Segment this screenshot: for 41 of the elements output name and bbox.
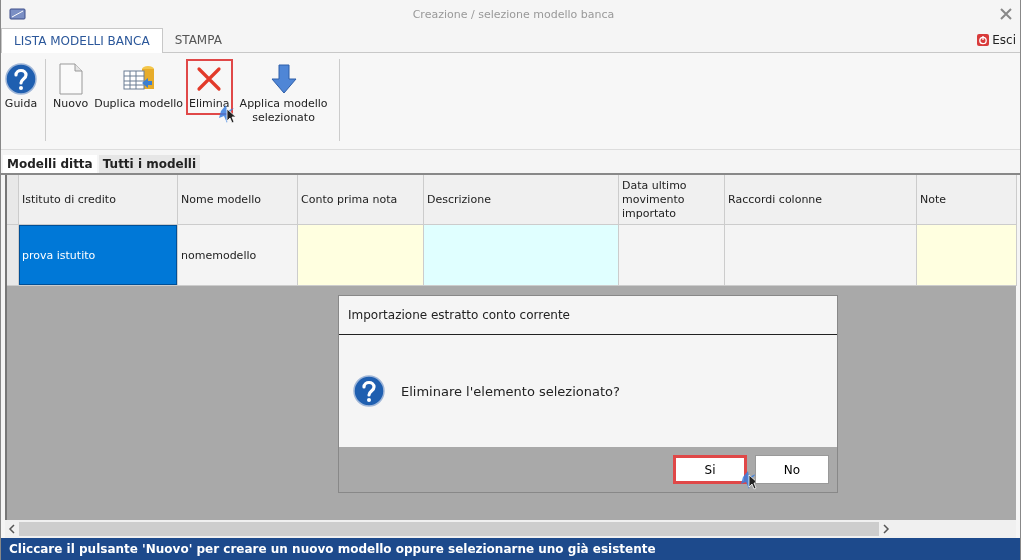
column-header[interactable]: Data ultimo movimento importato [619, 175, 725, 225]
arrow-down-icon [270, 63, 297, 95]
row-header[interactable] [7, 225, 19, 286]
close-icon [1000, 8, 1012, 20]
toolbar-button[interactable]: Duplica modello [91, 59, 187, 115]
document-icon [57, 63, 84, 95]
ribbon-tab[interactable]: STAMPA [162, 28, 234, 52]
dialog-button[interactable]: Si [673, 455, 747, 484]
help-icon [4, 63, 38, 95]
horizontal-scrollbar[interactable] [5, 520, 1016, 538]
sub-tab[interactable]: Tutti i modelli [98, 155, 200, 173]
dialog-button[interactable]: No [755, 455, 829, 484]
table-cell[interactable]: nomemodello [178, 225, 298, 286]
dialog-title: Importazione estratto conto corrente [339, 296, 837, 335]
exit-button[interactable]: Esci [973, 28, 1020, 52]
column-header[interactable]: Nome modello [178, 175, 298, 225]
column-header[interactable]: Raccordi colonne [725, 175, 917, 225]
sub-tab[interactable]: Modelli ditta [3, 155, 97, 173]
column-header[interactable]: Conto prima nota [298, 175, 424, 225]
help-icon [353, 375, 385, 407]
table-cell[interactable]: prova istutito [19, 225, 178, 286]
toolbar-button[interactable]: Elimina [186, 59, 233, 115]
table-cell[interactable] [424, 225, 619, 286]
power-icon [977, 34, 990, 46]
app-icon [9, 7, 27, 21]
toolbar-button[interactable]: Nuovo [50, 59, 92, 115]
toolbar-button[interactable]: Guida [1, 59, 41, 115]
status-bar: Cliccare il pulsante 'Nuovo' per creare un nuovo modello oppure selezionarne uno già esistente [1, 538, 1020, 560]
toolbar-button[interactable]: Applica modello selezionato [232, 59, 335, 129]
scroll-thumb[interactable] [19, 522, 879, 536]
dialog-message: Eliminare l'elemento selezionato? [401, 383, 620, 399]
column-header[interactable]: Istituto di credito [19, 175, 178, 225]
table-cell[interactable] [917, 225, 1017, 286]
table-cell[interactable] [619, 225, 725, 286]
column-header[interactable]: Note [917, 175, 1017, 225]
ribbon-tab[interactable]: LISTA MODELLI BANCA [1, 28, 163, 53]
window-title: Creazione / selezione modello banca [411, 7, 616, 21]
column-header[interactable]: Descrizione [424, 175, 619, 225]
table-cell[interactable] [298, 225, 424, 286]
table-cell[interactable] [725, 225, 917, 286]
corner-header [7, 175, 19, 225]
